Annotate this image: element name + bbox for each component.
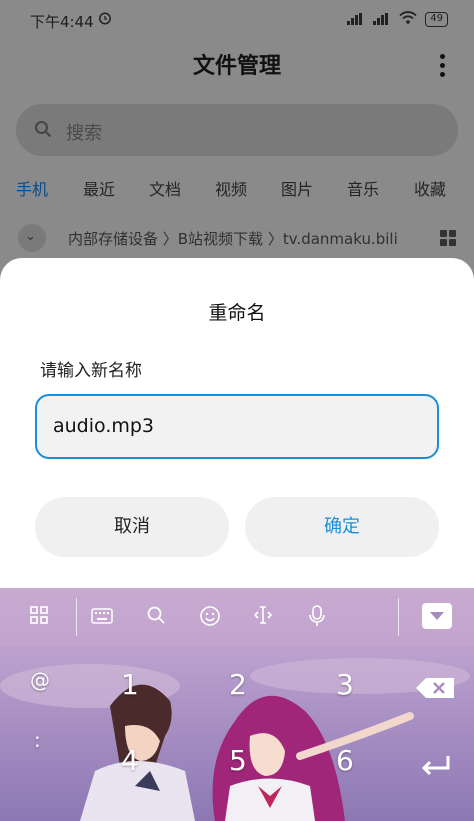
battery-icon: 49 [425,11,448,27]
enter-icon[interactable] [420,754,452,780]
file-manager-app: 下午4:44 49 文件管理 搜索 手机 最近 文档 视频 图片 音乐 收藏 ⌄… [0,0,474,280]
key-2[interactable]: 2 [229,668,247,701]
cursor-move-icon[interactable] [251,605,275,629]
tab-favorites[interactable]: 收藏 [414,176,446,200]
search-icon[interactable] [144,605,168,629]
status-time: 下午4:44 [30,13,94,31]
dialog-label: 请输入新名称 [40,361,142,381]
breadcrumb: ⌄ 内部存储设备 〉B站视频下载 〉tv.danmaku.bili [0,222,474,254]
keyboard: @ : 1 2 3 4 5 6 [0,588,474,821]
search-bar[interactable]: 搜索 [16,104,458,156]
signal-icon [373,13,391,25]
toolbar-divider [76,598,77,636]
search-placeholder: 搜索 [66,123,102,144]
breadcrumb-path[interactable]: 内部存储设备 〉B站视频下载 〉tv.danmaku.bili [68,228,398,249]
keyboard-toolbar [0,588,474,646]
dialog-title: 重命名 [208,302,266,324]
key-colon[interactable]: : [34,728,41,752]
status-bar: 下午4:44 49 [0,0,474,38]
tab-documents[interactable]: 文档 [149,176,181,200]
tab-recent[interactable]: 最近 [83,176,115,200]
signal-icon [347,13,365,25]
key-5[interactable]: 5 [229,744,247,777]
key-1[interactable]: 1 [121,668,139,701]
page-title: 文件管理 [192,54,281,79]
chevron-down-icon: ⌄ [25,229,36,244]
search-icon [34,120,52,142]
emoji-icon[interactable] [198,605,222,629]
tab-videos[interactable]: 视频 [215,176,247,200]
keyboard-layout-icon[interactable] [90,605,114,629]
tab-phone[interactable]: 手机 [16,176,48,200]
status-icons: 49 [347,11,448,27]
category-tabs: 手机 最近 文档 视频 图片 音乐 收藏 [0,176,474,202]
key-6[interactable]: 6 [336,744,354,777]
grid-view-icon[interactable] [440,230,456,246]
apps-grid-icon[interactable] [27,605,51,629]
toolbar-divider [398,598,399,636]
key-4[interactable]: 4 [121,744,139,777]
backspace-icon[interactable] [414,676,456,700]
key-at[interactable]: @ [30,668,50,692]
name-input[interactable]: audio.mp3 [35,394,439,459]
cancel-button[interactable]: 取消 [35,497,229,557]
breadcrumb-toggle[interactable]: ⌄ [18,224,46,252]
more-options-icon[interactable] [440,54,446,81]
confirm-button[interactable]: 确定 [245,497,439,557]
microphone-icon[interactable] [305,605,329,629]
hide-keyboard-icon[interactable] [422,603,452,629]
alarm-icon [98,11,112,29]
wifi-icon [399,11,417,27]
tab-images[interactable]: 图片 [281,176,313,200]
rename-dialog: 重命名 请输入新名称 audio.mp3 取消 确定 [0,258,474,598]
key-3[interactable]: 3 [336,668,354,701]
tab-music[interactable]: 音乐 [347,176,379,200]
